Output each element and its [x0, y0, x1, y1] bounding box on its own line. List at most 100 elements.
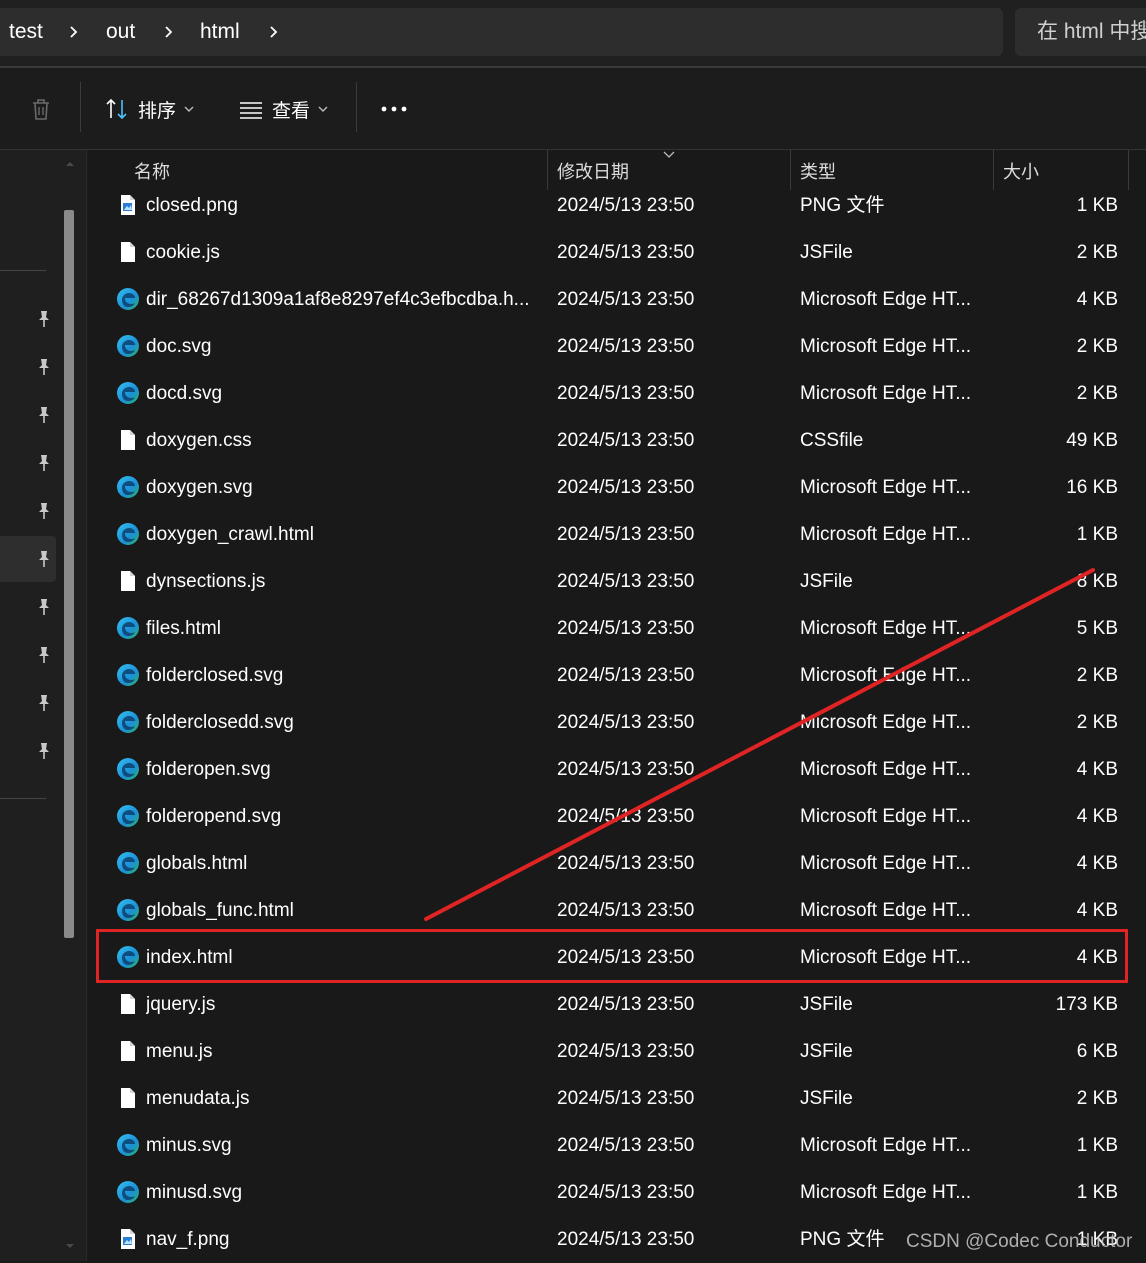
- chevron-right-icon[interactable]: [163, 26, 175, 38]
- file-date-modified: 2024/5/13 23:50: [557, 900, 695, 921]
- file-type: JSFile: [800, 994, 853, 1015]
- file-row[interactable]: minusd.svg 2024/5/13 23:50 Microsoft Edge …: [87, 1169, 1146, 1216]
- edge-icon: [117, 523, 139, 545]
- blank-file-icon: [121, 994, 135, 1014]
- file-type: CSSfile: [800, 430, 864, 451]
- breadcrumb-html[interactable]: html: [200, 8, 240, 56]
- file-row[interactable]: menudata.js 2024/5/13 23:50 JSFile 2 KB: [87, 1075, 1146, 1122]
- breadcrumb-out[interactable]: out: [106, 8, 135, 56]
- file-row[interactable]: doxygen.css 2024/5/13 23:50 CSSfile 49 KB: [87, 417, 1146, 464]
- file-row[interactable]: folderclosed.svg 2024/5/13 23:50 Microsoft…: [87, 652, 1146, 699]
- chevron-right-icon[interactable]: [268, 26, 280, 38]
- file-size: 1 KB: [1076, 1135, 1118, 1156]
- breadcrumb-test[interactable]: test: [9, 8, 43, 56]
- more-options-button[interactable]: [380, 88, 408, 130]
- file-row[interactable]: closed.png 2024/5/13 23:50 PNG 文件 1 KB: [87, 182, 1146, 229]
- file-date-modified: 2024/5/13 23:50: [557, 336, 695, 357]
- blank-file-icon: [121, 1041, 135, 1061]
- file-type: PNG 文件: [800, 195, 885, 216]
- file-row[interactable]: folderopend.svg 2024/5/13 23:50 Microsoft …: [87, 793, 1146, 840]
- delete-button[interactable]: [28, 88, 54, 130]
- sort-label: 排序: [138, 100, 177, 122]
- file-type: Microsoft Edge HT...: [800, 1182, 972, 1203]
- view-label: 查看: [272, 100, 311, 122]
- watermark: CSDN @Codec Conductor: [906, 1231, 1133, 1252]
- file-name: index.html: [146, 947, 233, 968]
- file-size: 4 KB: [1076, 947, 1118, 968]
- pin-icon[interactable]: [34, 693, 54, 713]
- file-row[interactable]: menu.js 2024/5/13 23:50 JSFile 6 KB: [87, 1028, 1146, 1075]
- pin-icon[interactable]: [34, 645, 54, 665]
- file-row[interactable]: globals_func.html 2024/5/13 23:50 Microsof…: [87, 887, 1146, 934]
- file-size: 5 KB: [1076, 618, 1118, 639]
- file-row[interactable]: doc.svg 2024/5/13 23:50 Microsoft Edge HT.…: [87, 323, 1146, 370]
- sort-icon: [106, 98, 127, 120]
- pin-icon[interactable]: [34, 501, 54, 521]
- nav-scrollbar-thumb[interactable]: [64, 210, 74, 938]
- file-row[interactable]: doxygen.svg 2024/5/13 23:50 Microsoft Edge…: [87, 464, 1146, 511]
- file-row[interactable]: minus.svg 2024/5/13 23:50 Microsoft Edge H…: [87, 1122, 1146, 1169]
- file-size: 2 KB: [1076, 665, 1118, 686]
- file-type: Microsoft Edge HT...: [800, 947, 972, 968]
- file-type: Microsoft Edge HT...: [800, 853, 972, 874]
- file-row[interactable]: docd.svg 2024/5/13 23:50 Microsoft Edge HT…: [87, 370, 1146, 417]
- file-type: JSFile: [800, 571, 853, 592]
- pin-icon[interactable]: [34, 405, 54, 425]
- pin-icon[interactable]: [34, 309, 54, 329]
- search-input[interactable]: 在 html 中搜: [1015, 8, 1146, 56]
- scroll-up-icon[interactable]: [64, 158, 76, 170]
- file-type: Microsoft Edge HT...: [800, 759, 972, 780]
- blank-file-icon: [121, 430, 135, 450]
- file-name: globals.html: [146, 853, 248, 874]
- file-row[interactable]: files.html 2024/5/13 23:50 Microsoft Edge …: [87, 605, 1146, 652]
- file-type: Microsoft Edge HT...: [800, 289, 972, 310]
- navigation-pane: [0, 150, 86, 1261]
- chevron-right-icon[interactable]: [68, 26, 80, 38]
- file-row[interactable]: folderclosedd.svg 2024/5/13 23:50 Microsof…: [87, 699, 1146, 746]
- address-bar[interactable]: [0, 8, 1003, 56]
- pin-icon[interactable]: [34, 453, 54, 473]
- chevron-down-icon: [318, 106, 328, 112]
- file-type: JSFile: [800, 1041, 853, 1062]
- file-date-modified: 2024/5/13 23:50: [557, 1229, 695, 1250]
- file-name: files.html: [146, 618, 221, 639]
- png-file-icon: [121, 1229, 135, 1249]
- file-date-modified: 2024/5/13 23:50: [557, 430, 695, 451]
- blank-file-icon: [121, 1088, 135, 1108]
- file-size: 4 KB: [1076, 806, 1118, 827]
- file-name: doc.svg: [146, 336, 212, 357]
- file-type: JSFile: [800, 1088, 853, 1109]
- file-name: folderclosedd.svg: [146, 712, 294, 733]
- pin-icon[interactable]: [34, 597, 54, 617]
- pin-icon[interactable]: [34, 549, 54, 569]
- file-row[interactable]: cookie.js 2024/5/13 23:50 JSFile 2 KB: [87, 229, 1146, 276]
- file-size: 4 KB: [1076, 900, 1118, 921]
- file-size: 1 KB: [1076, 524, 1118, 545]
- file-size: 16 KB: [1066, 477, 1118, 498]
- sort-button[interactable]: 排序: [104, 88, 196, 130]
- file-name: doxygen.svg: [146, 477, 253, 498]
- file-type: Microsoft Edge HT...: [800, 383, 972, 404]
- file-row[interactable]: doxygen_crawl.html 2024/5/13 23:50 Microso…: [87, 511, 1146, 558]
- file-date-modified: 2024/5/13 23:50: [557, 289, 695, 310]
- file-row[interactable]: globals.html 2024/5/13 23:50 Microsoft Edg…: [87, 840, 1146, 887]
- file-row[interactable]: jquery.js 2024/5/13 23:50 JSFile 173 KB: [87, 981, 1146, 1028]
- file-type: Microsoft Edge HT...: [800, 618, 972, 639]
- file-date-modified: 2024/5/13 23:50: [557, 1135, 695, 1156]
- file-type: JSFile: [800, 242, 853, 263]
- file-type: Microsoft Edge HT...: [800, 665, 972, 686]
- file-date-modified: 2024/5/13 23:50: [557, 665, 695, 686]
- list-view-icon: [240, 102, 262, 119]
- pin-icon[interactable]: [34, 741, 54, 761]
- file-row[interactable]: dynsections.js 2024/5/13 23:50 JSFile 8 KB: [87, 558, 1146, 605]
- file-row[interactable]: folderopen.svg 2024/5/13 23:50 Microsoft E…: [87, 746, 1146, 793]
- file-type: Microsoft Edge HT...: [800, 477, 972, 498]
- file-row[interactable]: index.html 2024/5/13 23:50 Microsoft Edge …: [87, 934, 1146, 981]
- trash-icon: [33, 99, 49, 120]
- pin-icon[interactable]: [34, 357, 54, 377]
- file-size: 2 KB: [1076, 1088, 1118, 1109]
- scroll-down-icon[interactable]: [64, 1240, 76, 1252]
- file-date-modified: 2024/5/13 23:50: [557, 1041, 695, 1062]
- view-button[interactable]: 查看: [238, 88, 330, 130]
- file-row[interactable]: dir_68267d1309a1af8e8297ef4c3efbcdba.h..…: [87, 276, 1146, 323]
